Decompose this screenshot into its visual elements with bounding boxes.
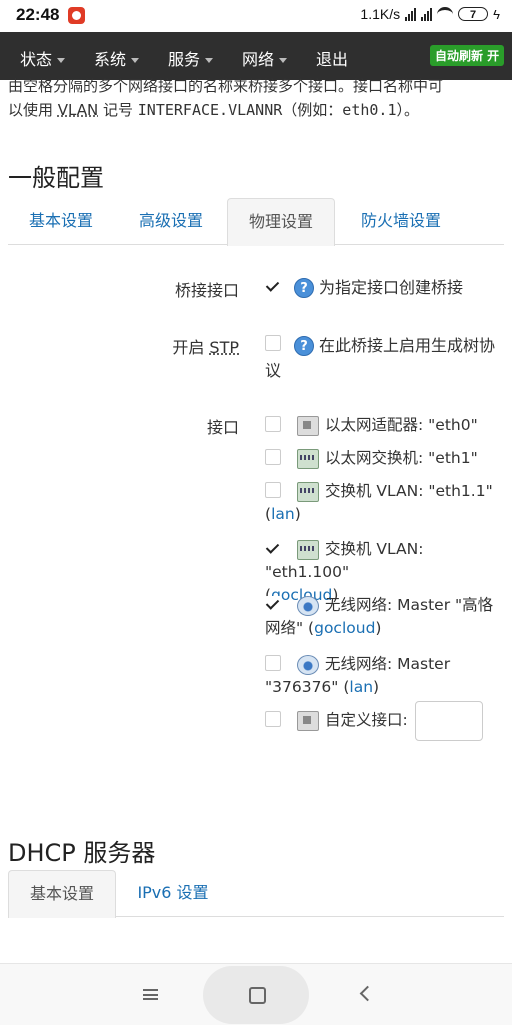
section-title-dhcp: DHCP 服务器	[8, 839, 156, 867]
desc-text: ）。	[396, 101, 419, 119]
wireless-icon	[297, 595, 319, 616]
switch-vlan-icon	[297, 481, 319, 502]
auto-refresh-toggle[interactable]: 自动刷新 开	[430, 45, 505, 66]
help-icon: ?	[294, 336, 314, 356]
nav-services-label: 服务	[168, 50, 201, 69]
iface-label-3: )	[294, 505, 301, 523]
iface-label-2: "376376" (	[265, 678, 350, 696]
custom-interface-input[interactable]	[415, 701, 483, 741]
ethernet-adapter-icon	[297, 710, 319, 731]
desc-text: （例如：	[282, 101, 343, 119]
general-config-tabs: 基本设置 高级设置 物理设置 防火墙设置	[8, 198, 504, 246]
iface-eth1-1[interactable]: 交换机 VLAN: "eth1.1" (lan)	[265, 480, 510, 526]
nav-logout[interactable]: 退出	[316, 46, 348, 70]
wifi-icon	[437, 6, 454, 22]
stp-option-text: 在此桥接上启用生成树协	[319, 336, 496, 355]
iface-eth1[interactable]: 以太网交换机: "eth1"	[265, 447, 510, 470]
iface-label-3: )	[373, 678, 380, 696]
section-title-general: 一般配置	[8, 164, 104, 192]
iface-label: 无线网络: Master "高恪	[325, 596, 494, 614]
tab-firewall[interactable]: 防火墙设置	[343, 198, 459, 244]
iface-label-2: 网络" (	[265, 619, 315, 637]
iface-label-3: )	[375, 619, 382, 637]
stp-label-text: 开启	[172, 338, 210, 357]
description-line-1: 由空格分隔的多个网络接口的名称来桥接多个接口。接口名称中可	[8, 77, 444, 95]
tab-basic[interactable]: 基本设置	[8, 198, 114, 244]
tab-dhcp-ipv6[interactable]: IPv6 设置	[120, 870, 226, 916]
iface-eth0[interactable]: 以太网适配器: "eth0"	[265, 414, 510, 437]
signal-icon	[405, 7, 417, 21]
chevron-down-icon	[57, 58, 66, 63]
home-square-icon	[249, 987, 266, 1004]
nav-services[interactable]: 服务	[168, 46, 214, 70]
battery-icon: 7	[458, 7, 489, 21]
clock: 22:48	[16, 5, 60, 24]
iface-label: 以太网交换机: "eth1"	[325, 449, 478, 467]
back-icon[interactable]	[359, 985, 376, 1002]
iface-wlan-gaoke[interactable]: 无线网络: Master "高恪 网络" (gocloud)	[265, 594, 510, 640]
bridge-option-text: 为指定接口创建桥接	[319, 278, 464, 297]
iface-network-tag[interactable]: lan	[271, 505, 295, 523]
iface-network-tag[interactable]: lan	[349, 678, 373, 696]
tab-advanced[interactable]: 高级设置	[120, 198, 222, 244]
status-indicators: 1.1K/s 7 ϟ	[360, 6, 500, 22]
stp-label: 开启 STP	[172, 334, 239, 358]
charging-icon: ϟ	[493, 6, 500, 22]
bridge-checkbox[interactable]	[265, 278, 281, 294]
system-nav-bar	[0, 963, 512, 1025]
wireless-icon	[297, 654, 319, 675]
interfaces-label: 接口	[206, 418, 239, 437]
top-navbar: 状态 系统 服务 网络 退出 自动刷新 开	[0, 32, 512, 80]
desc-example: eth0.1	[342, 101, 397, 119]
iface-label: 交换机 VLAN: "eth1.1"	[325, 482, 493, 500]
vlan-abbr: VLAN	[57, 101, 99, 119]
iface-label: 交换机 VLAN: "eth1.100"	[265, 540, 424, 581]
tab-physical[interactable]: 物理设置	[227, 198, 335, 246]
nav-system-label: 系统	[94, 50, 127, 69]
nav-status[interactable]: 状态	[20, 46, 66, 70]
dhcp-tabs: 基本设置 IPv6 设置	[8, 870, 504, 918]
ethernet-adapter-icon	[297, 415, 319, 436]
desc-text: 记号	[98, 101, 138, 119]
chevron-down-icon	[279, 58, 288, 63]
iface-label: 以太网适配器: "eth0"	[325, 416, 478, 434]
stp-option-text-2: 议	[265, 361, 282, 380]
network-speed: 1.1K/s	[360, 6, 401, 22]
iface-network-tag[interactable]: gocloud	[314, 619, 375, 637]
custom-iface-label: 自定义接口:	[325, 711, 408, 729]
help-icon: ?	[294, 278, 314, 298]
nav-network-label: 网络	[242, 50, 275, 69]
description-line-2: 以使用 VLAN 记号 INTERFACE.VLANNR（例如：eth0.1）。	[8, 98, 504, 122]
chevron-down-icon	[205, 58, 214, 63]
stp-abbr: STP	[209, 338, 239, 357]
iface-label: 无线网络: Master	[325, 655, 451, 673]
bridge-description: 由空格分隔的多个网络接口的名称来桥接多个接口。接口名称中可 以使用 VLAN 记…	[8, 77, 504, 122]
nav-system[interactable]: 系统	[94, 46, 140, 70]
chevron-down-icon	[131, 58, 140, 63]
switch-vlan-icon	[297, 539, 319, 560]
signal-icon-2	[421, 7, 433, 21]
nav-network[interactable]: 网络	[242, 46, 288, 70]
bridge-label: 桥接接口	[174, 281, 239, 300]
status-bar: 22:48 1.1K/s 7 ϟ	[0, 0, 512, 32]
stp-checkbox[interactable]	[265, 335, 281, 351]
desc-code: INTERFACE.VLANNR	[137, 101, 283, 119]
menu-icon[interactable]	[143, 989, 158, 1000]
desc-text: 以使用	[8, 101, 58, 119]
app-notification-icon	[68, 7, 85, 24]
iface-wlan-376376[interactable]: 无线网络: Master "376376" (lan)	[265, 653, 510, 699]
nav-status-label: 状态	[20, 50, 53, 69]
ethernet-switch-icon	[297, 448, 319, 469]
tab-dhcp-basic[interactable]: 基本设置	[8, 870, 116, 918]
